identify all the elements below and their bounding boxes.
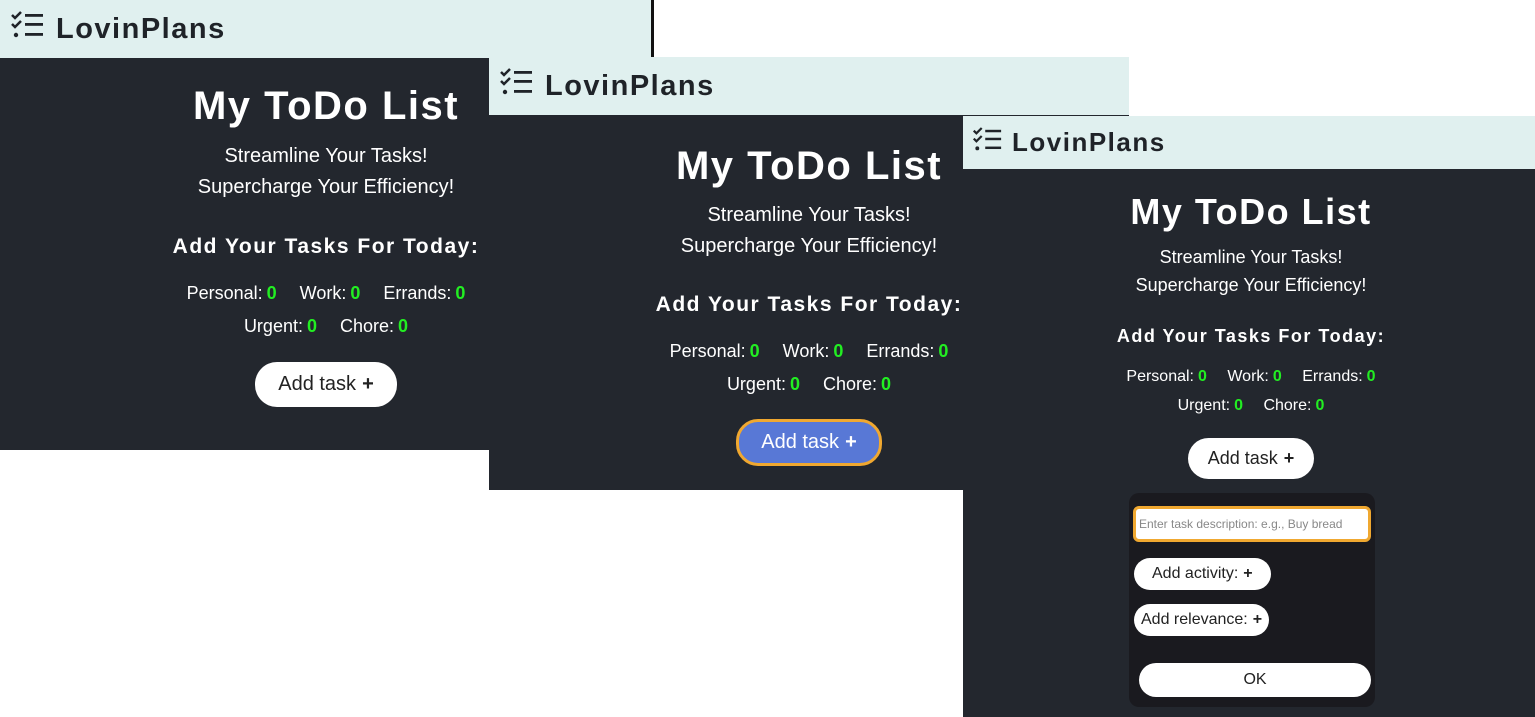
- count-personal: Personal: 0: [186, 283, 277, 303]
- app-header: LovinPlans: [0, 0, 652, 58]
- plus-icon: +: [1283, 448, 1295, 468]
- count-work: Work: 0: [299, 283, 361, 303]
- add-task-form: Add activity:+ Add relevance:+ OK: [1129, 493, 1375, 707]
- checklist-icon: [10, 11, 44, 47]
- section-heading: Add Your Tasks For Today:: [1116, 326, 1386, 346]
- count-personal: Personal: 0: [669, 341, 760, 361]
- window-divider: [651, 0, 654, 58]
- task-description-input[interactable]: [1133, 506, 1371, 542]
- plus-icon: +: [845, 431, 857, 453]
- count-errands: Errands: 0: [866, 341, 949, 361]
- count-errands: Errands: 0: [1302, 368, 1376, 385]
- app-header: LovinPlans: [489, 57, 1129, 115]
- count-urgent: Urgent: 0: [1177, 397, 1243, 414]
- count-work: Work: 0: [782, 341, 844, 361]
- app-name: LovinPlans: [56, 12, 226, 45]
- count-chore: Chore: 0: [823, 374, 892, 394]
- app-header: LovinPlans: [963, 116, 1535, 169]
- checklist-icon: [972, 126, 1002, 159]
- add-task-button[interactable]: Add task +: [255, 362, 397, 407]
- count-errands: Errands: 0: [383, 283, 466, 303]
- count-urgent: Urgent: 0: [243, 316, 317, 336]
- category-counts: Personal: 0 Work: 0 Errands: 0 Urgent: 0 Cho…: [963, 362, 1535, 420]
- count-urgent: Urgent: 0: [726, 374, 800, 394]
- count-work: Work: 0: [1227, 368, 1282, 385]
- plus-icon: +: [1252, 611, 1263, 628]
- plus-icon: +: [1243, 565, 1253, 582]
- count-chore: Chore: 0: [1263, 397, 1325, 414]
- add-activity-button[interactable]: Add activity: +: [1134, 558, 1271, 590]
- tagline-primary: Streamline Your Tasks!: [1159, 247, 1343, 267]
- main-content: My ToDo List Streamline Your Tasks! Supe…: [963, 189, 1535, 479]
- ok-button[interactable]: OK: [1139, 663, 1371, 697]
- add-relevance-button[interactable]: Add relevance: +: [1134, 604, 1270, 636]
- tagline-secondary: Supercharge Your Efficiency!: [1135, 275, 1367, 295]
- page-title: My ToDo List: [1130, 191, 1372, 232]
- count-personal: Personal: 0: [1126, 368, 1207, 385]
- app-name: LovinPlans: [545, 69, 715, 102]
- plus-icon: +: [362, 373, 374, 395]
- app-name: LovinPlans: [1012, 127, 1166, 157]
- add-task-button[interactable]: Add task +: [1187, 438, 1315, 479]
- screen-form-open: LovinPlans My ToDo List Streamline Your …: [963, 116, 1535, 717]
- count-chore: Chore: 0: [340, 316, 409, 336]
- add-task-button[interactable]: Add task +: [736, 419, 882, 466]
- checklist-icon: [499, 68, 533, 104]
